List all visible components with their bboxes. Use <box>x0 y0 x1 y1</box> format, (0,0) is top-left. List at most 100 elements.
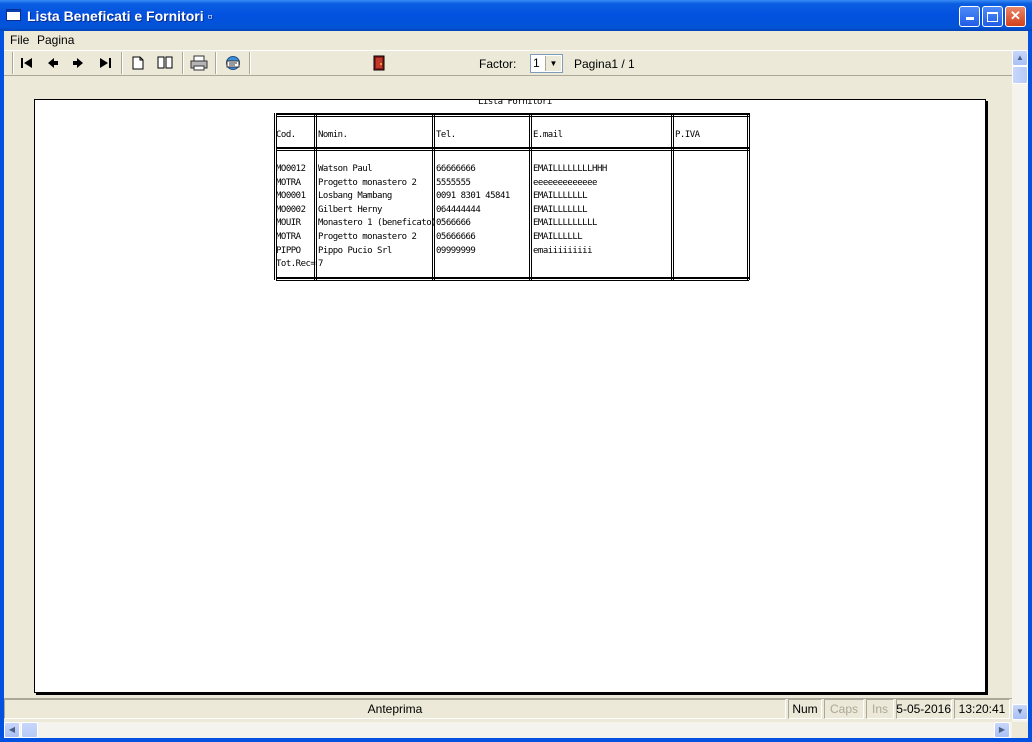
table-grid-line <box>314 113 317 280</box>
table-grid-line <box>432 113 435 280</box>
minimize-icon <box>965 17 974 20</box>
window-frame-right <box>1028 31 1032 742</box>
horizontal-scroll-thumb[interactable] <box>21 722 38 738</box>
cell-tel: 0091 8301 45841 <box>436 191 510 201</box>
table-grid-line <box>529 113 532 280</box>
cell-code: MOUIR <box>276 218 301 228</box>
table-bottom-rule <box>276 277 749 281</box>
cell-email: eeeeeeeeeeeee <box>533 178 597 188</box>
status-caps: Caps <box>824 699 864 719</box>
window-frame-bottom <box>0 738 1032 742</box>
window-icon[interactable] <box>6 9 21 21</box>
total-label: Tot.Rec= <box>276 259 316 269</box>
cell-email: EMAILLLLLLL <box>533 205 588 215</box>
toolbar-separator <box>182 52 184 74</box>
first-page-button[interactable] <box>16 52 38 74</box>
table-grid-line <box>747 113 750 280</box>
restore-button[interactable] <box>982 6 1003 27</box>
table-header-rule <box>276 147 749 151</box>
column-header: P.IVA <box>675 130 700 140</box>
cell-tel: 5555555 <box>436 178 471 188</box>
export-button[interactable] <box>222 52 244 74</box>
report-title: Lista Fornitori <box>478 99 552 107</box>
close-icon: ✕ <box>1010 8 1021 23</box>
column-header: Cod. <box>276 130 296 140</box>
cell-code: MOTRA <box>276 232 301 242</box>
status-mode: Anteprima <box>4 699 786 719</box>
toolbar-grip <box>12 52 14 74</box>
status-ins: Ins <box>866 699 894 719</box>
cell-code: PIPPO <box>276 246 301 256</box>
cell-tel: 0566666 <box>436 218 471 228</box>
cell-name: Monastero 1 (beneficato) <box>318 218 437 228</box>
chevron-up-icon: ▲ <box>1016 53 1024 62</box>
cell-code: MO0001 <box>276 191 306 201</box>
scroll-up-button[interactable]: ▲ <box>1012 50 1028 66</box>
horizontal-scrollbar[interactable] <box>4 722 1012 738</box>
window-title: Lista Beneficati e Fornitori ▫ <box>27 8 213 24</box>
export-icon <box>226 56 240 70</box>
first-page-icon <box>21 58 32 68</box>
cell-tel: 66666666 <box>436 164 476 174</box>
chevron-down-icon: ▼ <box>1016 707 1024 716</box>
printer-icon <box>190 55 208 71</box>
single-page-icon <box>132 56 144 70</box>
cell-email: EMAILLLLLLLLL <box>533 218 597 228</box>
vertical-scrollbar[interactable] <box>1012 50 1028 722</box>
cell-name: Pippo Pucio Srl <box>318 246 392 256</box>
column-header: Nomin. <box>318 130 348 140</box>
cell-code: MO0002 <box>276 205 306 215</box>
table-top-rule <box>276 113 749 117</box>
status-time: 13:20:41 <box>954 699 1010 719</box>
close-button[interactable]: ✕ <box>1005 6 1026 27</box>
column-header: E.mail <box>533 130 563 140</box>
prev-page-icon <box>48 58 58 68</box>
cell-email: EMAILLLLLLLLHHH <box>533 164 607 174</box>
chevron-down-icon[interactable]: ▼ <box>545 56 561 71</box>
single-page-button[interactable] <box>127 52 149 74</box>
last-page-button[interactable] <box>94 52 116 74</box>
toolbar-separator <box>249 52 251 74</box>
cell-email: emaiiiiiiiii <box>533 246 593 256</box>
vertical-scroll-thumb[interactable] <box>1012 66 1028 84</box>
scroll-right-button[interactable]: ▶ <box>994 722 1010 738</box>
chevron-left-icon: ◀ <box>8 725 16 734</box>
menu-file[interactable]: File <box>10 33 29 47</box>
scroll-down-button[interactable]: ▼ <box>1012 704 1028 720</box>
cell-tel: 09999999 <box>436 246 476 256</box>
exit-door-icon <box>373 55 385 71</box>
table-grid-line <box>671 113 674 280</box>
next-page-icon <box>73 58 83 68</box>
restore-icon <box>987 12 998 22</box>
status-num: Num <box>788 699 822 719</box>
next-page-button[interactable] <box>67 52 89 74</box>
toolbar-separator <box>215 52 217 74</box>
cell-email: EMAILLLLLLL <box>533 191 588 201</box>
cell-code: MO0012 <box>276 164 306 174</box>
last-page-icon <box>100 58 111 68</box>
cell-tel: 05666666 <box>436 232 476 242</box>
scroll-left-button[interactable]: ◀ <box>4 722 20 738</box>
print-button[interactable] <box>188 52 210 74</box>
cell-code: MOTRA <box>276 178 301 188</box>
report-page: Lista Fornitori Cod. Nomin. Tel. E.mail … <box>34 99 986 693</box>
menu-bar <box>4 31 1028 49</box>
cell-name: Progetto monastero 2 <box>318 178 417 188</box>
factor-value[interactable]: 1 <box>533 56 540 70</box>
prev-page-button[interactable] <box>42 52 64 74</box>
page-indicator: Pagina1 / 1 <box>574 57 635 71</box>
chevron-right-icon: ▶ <box>998 725 1006 734</box>
status-date: 05-05-2016 <box>896 699 952 719</box>
cell-name: Losbang Mambang <box>318 191 392 201</box>
factor-label: Factor: <box>479 57 517 71</box>
two-pages-button[interactable] <box>154 52 176 74</box>
cell-name: Watson Paul <box>318 164 373 174</box>
minimize-button[interactable] <box>959 6 980 27</box>
two-pages-icon <box>157 56 173 69</box>
exit-button[interactable] <box>368 52 390 74</box>
column-header: Tel. <box>436 130 456 140</box>
toolbar-separator <box>121 52 123 74</box>
cell-name: Progetto monastero 2 <box>318 232 417 242</box>
menu-pagina[interactable]: Pagina <box>37 33 74 47</box>
total-value: 7 <box>318 259 323 269</box>
